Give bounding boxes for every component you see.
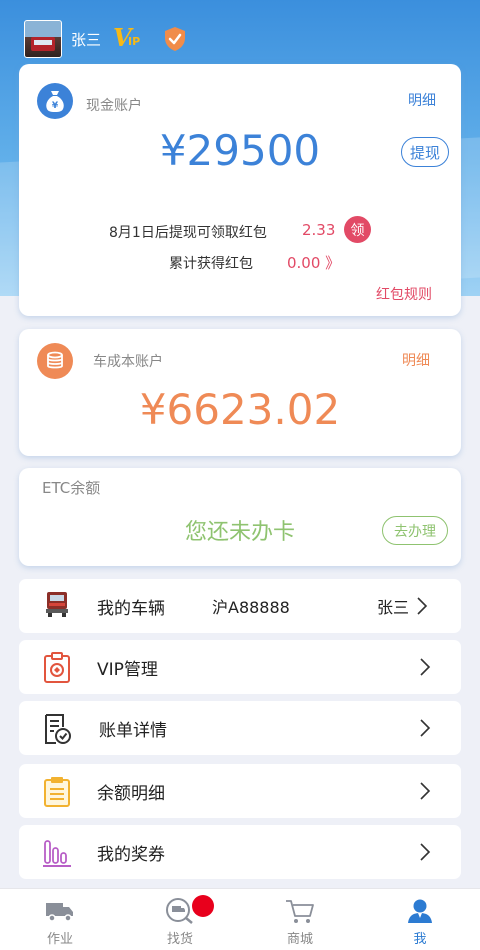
apply-etc-button[interactable]: 去办理 <box>382 516 448 545</box>
menu-bill-label: 账单详情 <box>99 720 167 741</box>
cost-account-card: 车成本账户 明细 ¥6623.02 <box>19 329 461 456</box>
money-bag-icon: ¥ <box>37 83 73 119</box>
tab-mall[interactable]: 商城 <box>240 889 360 950</box>
truck-icon <box>46 903 73 922</box>
etc-label: ETC余额 <box>42 479 101 497</box>
menu-item-vip[interactable]: VIP管理 <box>19 640 461 694</box>
coins-stack-icon <box>37 343 73 379</box>
verified-shield-icon[interactable] <box>163 26 187 52</box>
search-cargo-icon <box>166 898 193 924</box>
cart-icon <box>286 900 314 923</box>
tab-find-cargo-label: 找货 <box>166 932 193 947</box>
cash-amount: ¥29500 <box>159 126 321 175</box>
user-header: 张三 V IP <box>24 20 187 58</box>
person-icon <box>408 899 432 923</box>
tab-mall-label: 商城 <box>286 932 313 947</box>
tab-work-label: 作业 <box>46 932 73 947</box>
vehicle-owner: 张三 <box>377 598 410 617</box>
total-bonus-value[interactable]: 0.00 》 <box>287 252 340 273</box>
clipboard-list-icon <box>44 777 70 807</box>
bonus-value: 2.33 <box>302 221 336 239</box>
menu-vehicle-label: 我的车辆 <box>97 598 165 619</box>
notification-badge <box>192 895 214 917</box>
cost-account-label: 车成本账户 <box>93 354 163 370</box>
truck-icon <box>46 592 68 617</box>
bill-check-icon <box>45 714 71 744</box>
bonus-rules-link[interactable]: 红包规则 <box>376 284 432 304</box>
menu-item-vehicle[interactable]: 我的车辆 沪A88888 张三 <box>19 579 461 633</box>
bar-chart-icon <box>43 840 71 867</box>
total-bonus-text: 累计获得红包 <box>169 256 253 272</box>
tab-me[interactable]: 我 <box>360 889 480 950</box>
tab-find-cargo[interactable]: 找货 <box>120 889 240 950</box>
chevron-right-icon <box>420 843 431 861</box>
user-name: 张三 <box>71 30 102 49</box>
chevron-right-icon <box>420 782 431 800</box>
chevron-right-icon <box>420 719 431 737</box>
vehicle-plate: 沪A88888 <box>212 598 290 617</box>
cost-detail-link[interactable]: 明细 <box>402 350 430 370</box>
bonus-text: 8月1日后提现可领取红包 <box>109 225 267 241</box>
etc-card: ETC余额 您还未办卡 去办理 <box>19 468 461 566</box>
tab-work[interactable]: 作业 <box>0 889 120 950</box>
chevron-right-icon <box>420 658 431 676</box>
menu-vip-label: VIP管理 <box>97 659 158 680</box>
cash-account-label: 现金账户 <box>86 98 142 114</box>
menu-voucher-label: 我的奖券 <box>97 844 165 865</box>
cash-detail-link[interactable]: 明细 <box>408 90 436 110</box>
withdraw-button[interactable]: 提现 <box>401 137 449 167</box>
menu-balance-label: 余额明细 <box>97 783 165 804</box>
menu-item-bill[interactable]: 账单详情 <box>19 701 461 755</box>
cash-account-card: ¥ 现金账户 明细 ¥29500 提现 8月1日后提现可领取红包 2.33 领 … <box>19 64 461 316</box>
menu-item-balance[interactable]: 余额明细 <box>19 764 461 818</box>
cost-amount: ¥6623.02 <box>139 385 341 434</box>
tab-me-label: 我 <box>413 932 427 947</box>
vip-icon[interactable]: V IP <box>113 23 143 53</box>
svg-text:¥: ¥ <box>52 101 59 111</box>
avatar[interactable] <box>24 20 62 58</box>
bottom-tab-bar: 作业 找货 商城 我 <box>0 888 480 950</box>
vip-clipboard-icon <box>44 652 70 683</box>
claim-bonus-button[interactable]: 领 <box>344 216 371 243</box>
chevron-right-icon <box>417 597 428 615</box>
menu-item-voucher[interactable]: 我的奖券 <box>19 825 461 879</box>
